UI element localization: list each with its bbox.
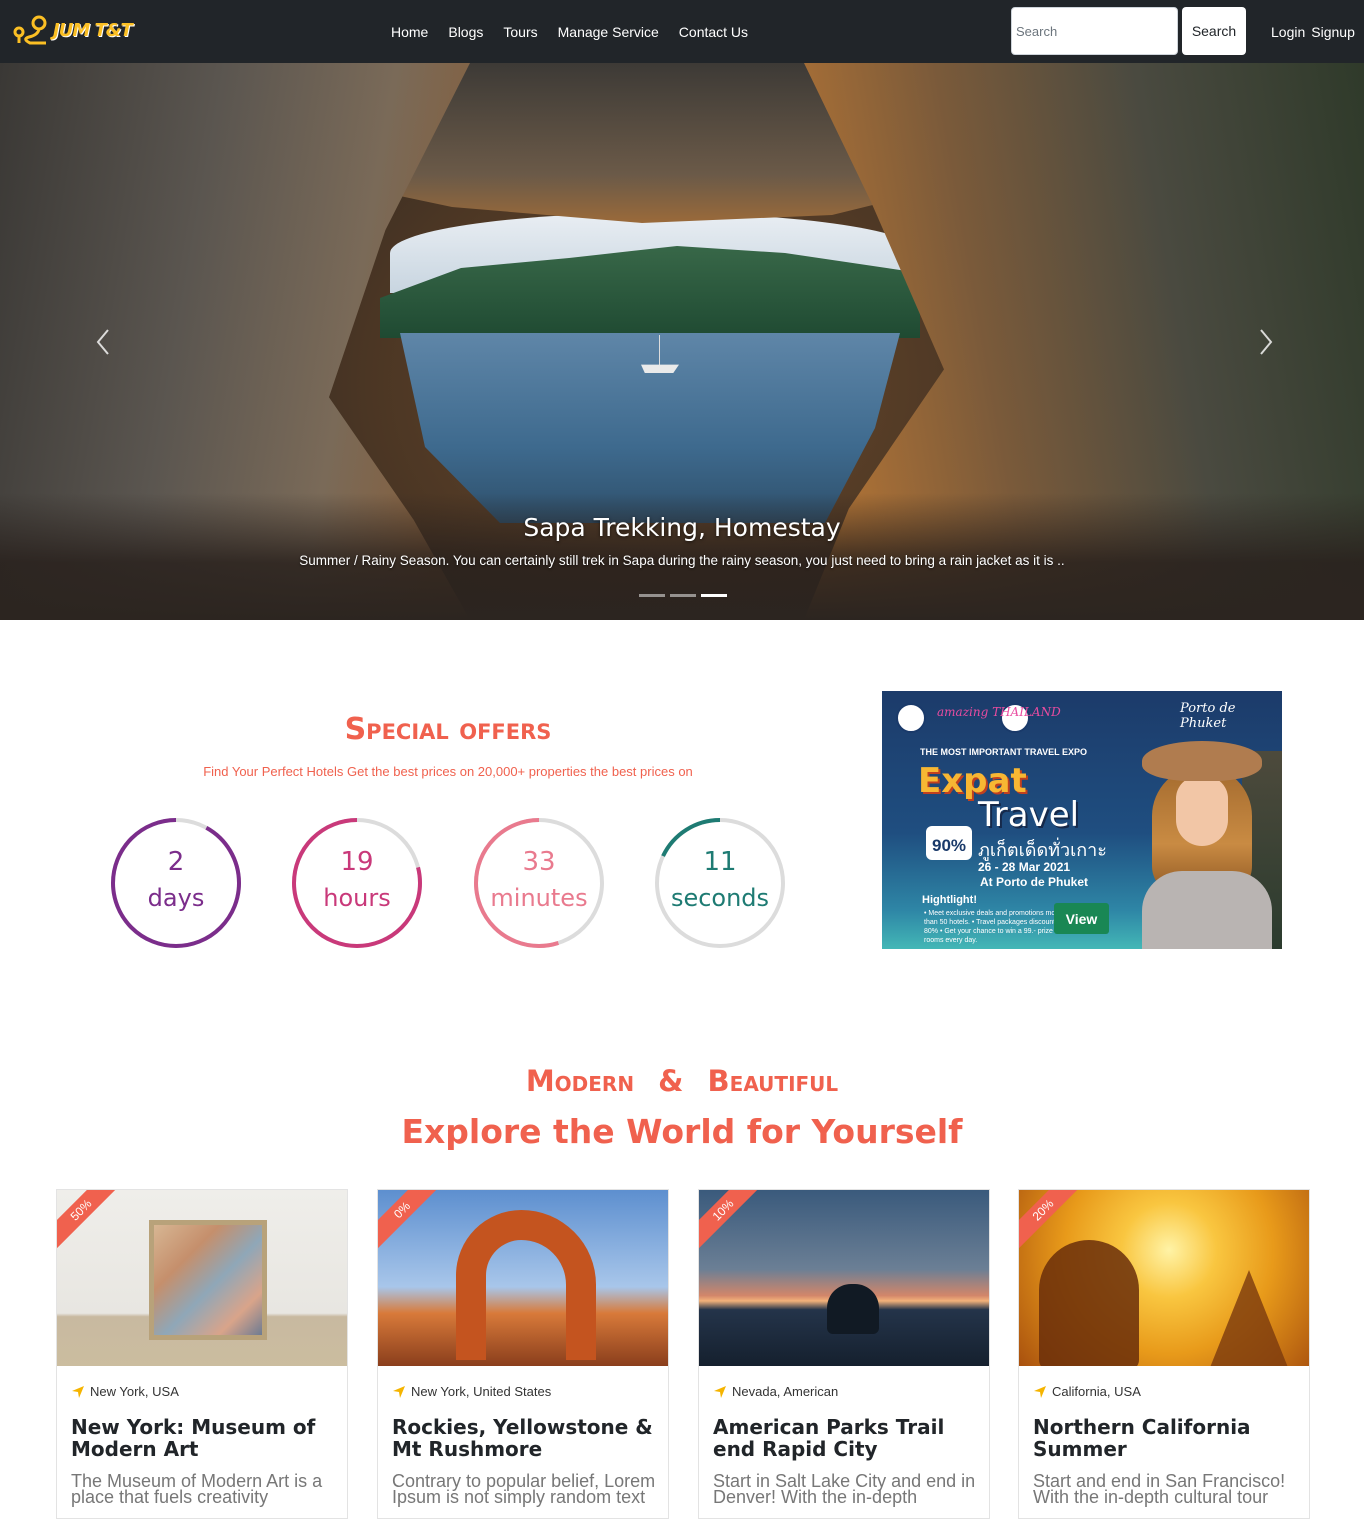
tour-card-title[interactable]: New York: Museum of Modern Art	[71, 1416, 335, 1460]
hero-carousel: Sapa Trekking, Homestay Summer / Rainy S…	[0, 63, 1364, 620]
travel-expo-banner: amazing THAILAND Porto de Phuket THE MOS…	[882, 691, 1282, 949]
special-offers-subtitle: Find Your Perfect Hotels Get the best pr…	[203, 764, 693, 779]
special-offers-title: Special offers	[344, 712, 552, 747]
tour-card-description: Start in Salt Lake City and end in Denve…	[713, 1471, 976, 1507]
ad-highlight-heading: Hightlight!	[922, 894, 977, 906]
painting	[149, 1220, 267, 1340]
location-arrow-icon	[72, 1385, 84, 1398]
brand-logo[interactable]: JUM T&T	[12, 10, 133, 50]
countdown-days: 2 days	[110, 817, 242, 949]
nav-tours[interactable]: Tours	[493, 24, 547, 40]
tour-card-title[interactable]: Rockies, Yellowstone & Mt Rushmore	[392, 1416, 656, 1460]
tour-card-location-text: New York, United States	[411, 1384, 552, 1399]
temple-silhouette	[1209, 1270, 1289, 1366]
countdown-minutes: 33 minutes	[473, 817, 605, 949]
location-arrow-icon	[393, 1385, 405, 1398]
tour-card-image	[378, 1190, 668, 1366]
search-input[interactable]	[1011, 7, 1178, 55]
tour-card[interactable]: 20% California, USA Northern California …	[1018, 1189, 1310, 1519]
hero-description: Summer / Rainy Season. You can certainly…	[299, 553, 1065, 568]
ad-woman-hat	[1142, 741, 1262, 781]
explore-kicker: Modern & Beautiful	[525, 1064, 839, 1098]
chevron-right-icon[interactable]	[1259, 328, 1273, 356]
countdown-ring	[474, 818, 604, 948]
explore-title: Explore the World for Yourself	[401, 1112, 963, 1151]
location-arrow-icon	[714, 1385, 726, 1398]
rock-arch	[456, 1210, 596, 1360]
tour-card-title[interactable]: American Parks Trail end Rapid City	[713, 1416, 977, 1460]
nav-contact-us[interactable]: Contact Us	[669, 24, 758, 40]
painting-canvas	[154, 1225, 262, 1335]
tour-card-description: The Museum of Modern Art is a place that…	[71, 1471, 323, 1507]
countdown-seconds-value: 11	[703, 847, 737, 877]
countdown-days-unit: days	[147, 884, 205, 912]
nav-home[interactable]: Home	[381, 24, 438, 40]
tour-card-image	[1019, 1190, 1309, 1366]
countdown-seconds: 11 seconds	[654, 817, 786, 949]
tour-card-location-text: New York, USA	[90, 1384, 179, 1399]
countdown-ring	[111, 818, 241, 948]
nav-blogs[interactable]: Blogs	[438, 24, 493, 40]
countdown-ring	[292, 818, 422, 948]
auth-links: Login Signup	[1271, 0, 1361, 63]
tour-card-location: California, USA	[1033, 1384, 1141, 1399]
carousel-indicator-2[interactable]	[670, 594, 696, 597]
countdown-hours-value: 19	[340, 847, 374, 877]
countdown-minutes-unit: minutes	[490, 884, 588, 912]
carousel-indicators	[639, 594, 732, 597]
tat-logo-icon	[896, 703, 926, 733]
photographer-silhouette	[1039, 1240, 1139, 1366]
porto-logo: Porto de Phuket	[1180, 701, 1236, 731]
view-button[interactable]: View	[1054, 903, 1109, 934]
tour-card-title[interactable]: Northern California Summer	[1033, 1416, 1297, 1460]
tour-card-location-text: Nevada, American	[732, 1384, 839, 1399]
tour-card[interactable]: 10% Nevada, American American Parks Trai…	[698, 1189, 990, 1519]
countdown-seconds-unit: seconds	[670, 884, 770, 912]
tour-card[interactable]: 0% New York, United States Rockies, Yell…	[377, 1189, 669, 1519]
location-arrow-icon	[1034, 1385, 1046, 1398]
tour-card-image	[699, 1190, 989, 1366]
countdown-ring	[655, 818, 785, 948]
ad-travel-text: Travel	[978, 795, 1080, 835]
ad-date: 26 - 28 Mar 2021	[978, 860, 1071, 874]
tour-card-location: New York, United States	[392, 1384, 551, 1399]
top-navbar: JUM T&T Home Blogs Tours Manage Service …	[0, 0, 1364, 63]
tour-card-location: New York, USA	[71, 1384, 179, 1399]
ad-offer-badge: 90%	[926, 826, 972, 860]
tour-card-image	[57, 1190, 347, 1366]
ad-place: At Porto de Phuket	[980, 875, 1089, 889]
tour-card-location-text: California, USA	[1052, 1384, 1141, 1399]
ad-highlight-list: • Meet exclusive deals and promotions mo…	[924, 910, 1073, 944]
boat-mast	[659, 335, 660, 365]
couple-silhouette	[827, 1284, 879, 1334]
countdown-days-value: 2	[167, 847, 185, 877]
ad-woman-face	[1176, 776, 1228, 846]
tour-card-location: Nevada, American	[713, 1384, 838, 1399]
countdown-minutes-value: 33	[522, 847, 556, 877]
login-link[interactable]: Login	[1271, 24, 1305, 40]
ad-expo-text: THE MOST IMPORTANT TRAVEL EXPO	[920, 747, 1088, 757]
amazing-thailand-logo: amazing THAILAND	[937, 705, 1061, 719]
carousel-indicator-3[interactable]	[701, 594, 727, 597]
tour-card[interactable]: 50% New York, USA New York: Museum of Mo…	[56, 1189, 348, 1519]
search-button[interactable]: Search	[1182, 7, 1246, 55]
hero-title: Sapa Trekking, Homestay	[523, 513, 841, 542]
carousel-indicator-1[interactable]	[639, 594, 665, 597]
main-nav: Home Blogs Tours Manage Service Contact …	[381, 0, 758, 63]
chevron-left-icon[interactable]	[96, 328, 110, 356]
signup-link[interactable]: Signup	[1311, 24, 1355, 40]
countdown-hours-unit: hours	[323, 884, 391, 912]
tour-card-description: Start and end in San Francisco! With the…	[1033, 1471, 1286, 1507]
ad-woman-photo	[1132, 731, 1282, 949]
nav-manage-service[interactable]: Manage Service	[548, 24, 669, 40]
logo-pin-icon	[13, 15, 47, 45]
countdown-hours: 19 hours	[291, 817, 423, 949]
ad-woman-sweater	[1142, 871, 1272, 949]
brand-name: JUM T&T	[53, 19, 133, 41]
tour-card-description: Contrary to popular belief, Lorem Ipsum …	[392, 1471, 656, 1507]
